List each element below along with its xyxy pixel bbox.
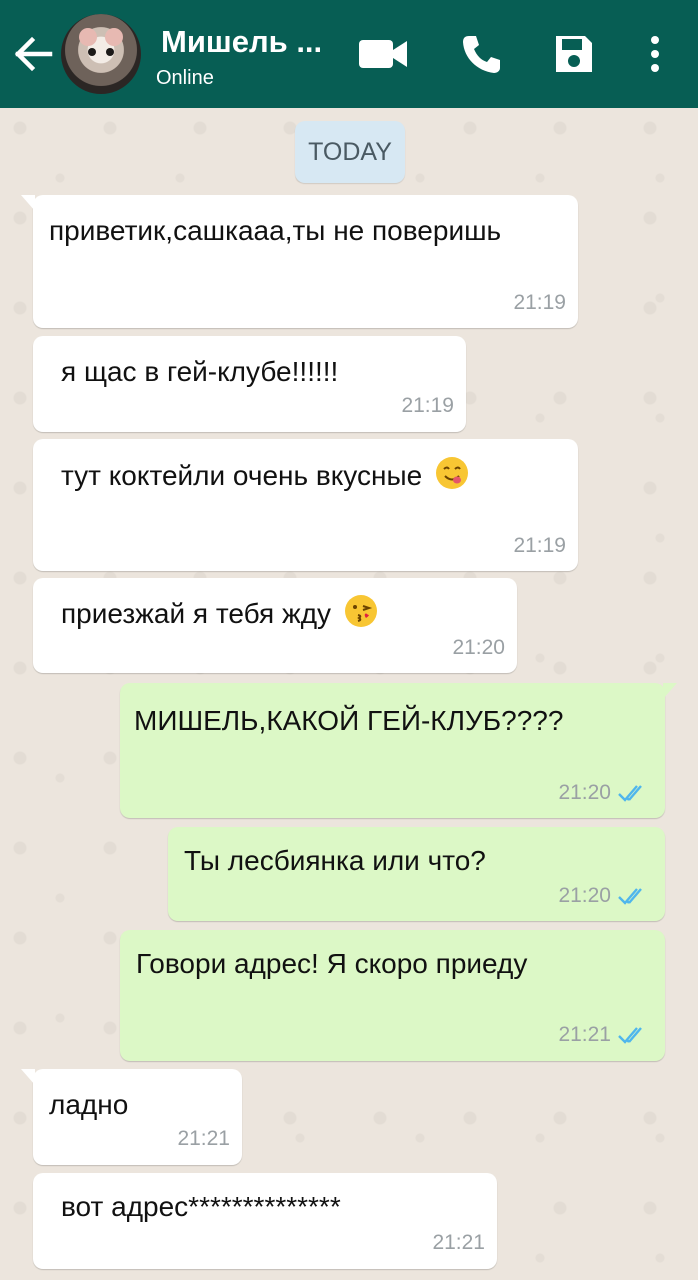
phone-icon[interactable] (459, 32, 503, 76)
avatar-ear (105, 28, 123, 46)
message-text: приветик,сашкааа,ты не поверишь (49, 215, 502, 246)
back-arrow-icon[interactable] (10, 30, 54, 78)
message-outgoing[interactable]: МИШЕЛЬ,КАКОЙ ГЕЙ-КЛУБ???? 21:20 (120, 683, 677, 818)
message-text: вот адрес************** (61, 1191, 341, 1222)
read-ticks-icon (618, 785, 642, 802)
message-text-content: тут коктейли очень вкусные (61, 460, 423, 491)
message-time: 21:21 (432, 1231, 485, 1254)
message-time: 21:20 (558, 781, 611, 804)
message-text-content: приезжай я тебя жду (61, 598, 332, 629)
message-text: Говори адрес! Я скоро приеду (136, 948, 528, 979)
message-text: ладно (49, 1089, 129, 1120)
message-text: тут коктейли очень вкусные (61, 457, 468, 492)
read-ticks-icon (618, 888, 642, 905)
message-text: Ты лесбиянка или что? (184, 845, 486, 876)
contact-status: Online (156, 67, 214, 89)
message-incoming[interactable]: ладно 21:21 (21, 1069, 242, 1165)
yum-emoji-icon (435, 457, 468, 489)
avatar-ear (79, 28, 97, 46)
message-text: я щас в гей-клубе!!!!!! (61, 356, 339, 387)
message-text: МИШЕЛЬ,КАКОЙ ГЕЙ-КЛУБ???? (134, 705, 564, 736)
message-time: 21:21 (558, 1023, 611, 1046)
more-vert-icon[interactable] (645, 32, 665, 76)
save-icon[interactable] (552, 32, 596, 76)
message-time: 21:20 (558, 884, 611, 907)
chat-header: Мишель ... Online (0, 0, 698, 108)
message-text: приезжай я тебя жду (61, 595, 377, 630)
message-time: 21:21 (177, 1127, 230, 1150)
message-incoming[interactable]: я щас в гей-клубе!!!!!! 21:19 (33, 336, 466, 432)
message-outgoing[interactable]: Ты лесбиянка или что? 21:20 (168, 827, 665, 921)
message-time: 21:19 (513, 291, 566, 314)
message-incoming[interactable]: приезжай я тебя жду 21:20 (33, 578, 517, 673)
message-time: 21:19 (513, 534, 566, 557)
video-call-icon[interactable] (357, 32, 409, 76)
avatar-eye (106, 48, 114, 56)
message-outgoing[interactable]: Говори адрес! Я скоро приеду 21:21 (120, 930, 665, 1061)
message-time: 21:20 (452, 636, 505, 659)
avatar-eye (88, 48, 96, 56)
message-time: 21:19 (401, 394, 454, 417)
message-incoming[interactable]: вот адрес************** 21:21 (33, 1173, 497, 1269)
contact-name[interactable]: Мишель ... (161, 24, 322, 60)
avatar[interactable] (61, 14, 141, 94)
date-separator: TODAY (295, 121, 405, 183)
message-incoming[interactable]: тут коктейли очень вкусные 21:19 (33, 439, 578, 571)
kiss-emoji-icon (344, 595, 377, 627)
read-ticks-icon (618, 1027, 642, 1044)
message-incoming[interactable]: приветик,сашкааа,ты не поверишь 21:19 (21, 195, 578, 328)
